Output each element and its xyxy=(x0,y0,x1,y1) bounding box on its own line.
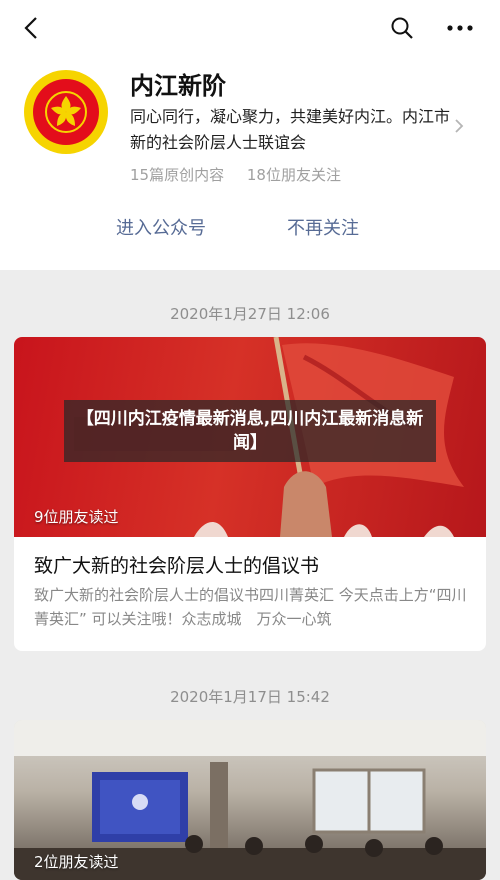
friends-following: 18位朋友关注 xyxy=(246,166,341,184)
overlay-banner: 【四川内江疫情最新消息,四川内江最新消息新闻】 xyxy=(64,400,436,462)
read-count: 2位朋友读过 xyxy=(34,853,119,871)
back-icon[interactable] xyxy=(14,10,50,46)
account-logo[interactable] xyxy=(24,70,108,154)
logo-emblem-icon xyxy=(33,79,99,145)
article-card[interactable]: 2位朋友读过 xyxy=(14,720,486,880)
original-count: 15篇原创内容 xyxy=(130,166,225,184)
enter-account-button[interactable]: 进入公众号 xyxy=(116,214,206,240)
chevron-right-icon[interactable] xyxy=(454,118,464,138)
article-card[interactable]: 9位朋友读过 致广大新的社会阶层人士的倡议书 致广大新的社会阶层人士的倡议书四川… xyxy=(14,337,486,651)
article-cover-image: 2位朋友读过 xyxy=(14,720,486,880)
article-date: 2020年1月27日 12:06 xyxy=(170,305,330,323)
top-bar xyxy=(0,0,500,56)
account-name: 内江新阶 xyxy=(130,72,226,100)
read-count: 9位朋友读过 xyxy=(34,508,119,526)
account-stats: 15篇原创内容 18位朋友关注 xyxy=(130,164,359,185)
account-actions: 进入公众号 不再关注 xyxy=(0,196,500,252)
article-summary: 致广大新的社会阶层人士的倡议书四川菁英汇 今天点击上方“四川菁英汇” 可以关注哦… xyxy=(34,586,467,628)
more-icon[interactable] xyxy=(442,10,478,46)
unfollow-button[interactable]: 不再关注 xyxy=(287,214,359,240)
account-description: 同心同行，凝心聚力，共建美好内江。内江市新的社会阶层人士联谊会 xyxy=(130,107,451,152)
article-date: 2020年1月17日 15:42 xyxy=(170,688,330,706)
article-title: 致广大新的社会阶层人士的倡议书 xyxy=(34,555,320,577)
account-profile: 内江新阶 同心同行，凝心聚力，共建美好内江。内江市新的社会阶层人士联谊会 15篇… xyxy=(0,56,500,270)
search-icon[interactable] xyxy=(384,10,420,46)
